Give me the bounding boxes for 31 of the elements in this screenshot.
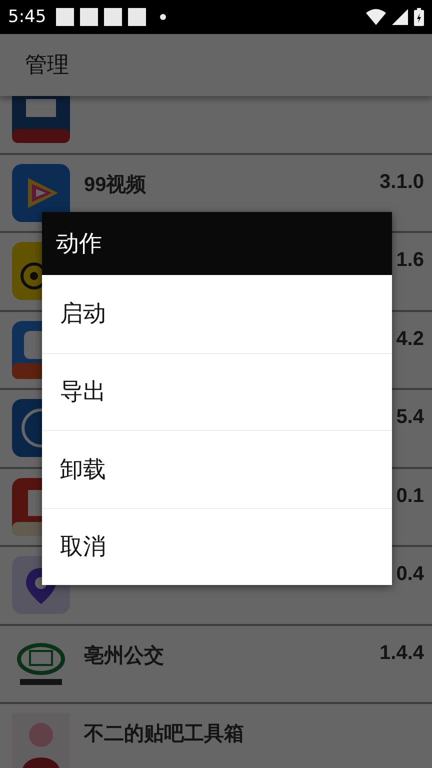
notification-icon <box>128 8 146 26</box>
app-name: 99视频 <box>84 172 148 198</box>
app-version: 4.2 <box>396 328 424 350</box>
menu-item[interactable]: 启动 <box>42 275 392 352</box>
app-name: 不二的贴吧工具箱 <box>84 722 245 747</box>
notification-icon <box>56 8 74 26</box>
battery-icon <box>414 8 424 26</box>
notification-icon <box>104 8 122 26</box>
app-icon <box>12 713 70 768</box>
menu-item[interactable]: 导出 <box>42 352 392 430</box>
app-version: 5.4 <box>396 406 424 429</box>
app-icon <box>12 164 70 222</box>
menu-item[interactable]: 卸载 <box>42 430 392 508</box>
app-icon <box>12 399 42 457</box>
signal-icon <box>392 9 408 25</box>
app-version: 3.1.0 <box>380 170 424 194</box>
app-name: 亳州公交 <box>84 644 165 668</box>
app-version: 1.4.4 <box>380 642 424 664</box>
app-version: 0.1 <box>396 484 424 508</box>
status-time: 5:45 <box>8 7 46 27</box>
app-icon <box>12 478 42 536</box>
screen-title: 管理 <box>25 52 69 80</box>
notification-icon <box>80 8 98 26</box>
dialog-title: 动作 <box>56 230 102 259</box>
menu-item[interactable]: 取消 <box>42 508 392 585</box>
wifi-icon <box>366 9 386 25</box>
app-version: 0.4 <box>396 563 424 586</box>
more-notifications-icon <box>160 14 166 20</box>
app-version: 1.6 <box>396 249 424 272</box>
app-icon <box>12 242 42 300</box>
app-icon <box>12 320 42 378</box>
